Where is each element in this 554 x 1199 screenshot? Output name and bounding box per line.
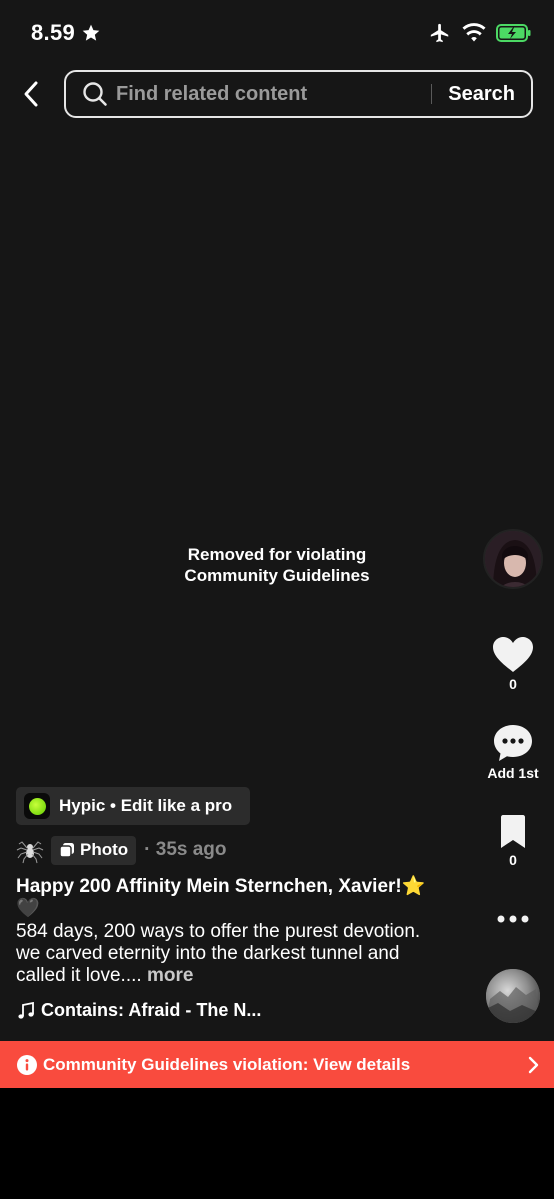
search-divider [431, 84, 433, 104]
wifi-icon [462, 23, 486, 42]
comment-button[interactable]: Add 1st [478, 723, 548, 781]
chevron-right-icon [528, 1056, 539, 1073]
search-box[interactable]: Find related content Search [64, 70, 533, 118]
spider-icon [16, 836, 44, 864]
airplane-icon [430, 23, 449, 43]
status-time: 8.59 [31, 20, 101, 46]
status-icons [428, 22, 532, 44]
more-dots-icon [497, 915, 529, 923]
chevron-left-icon [24, 81, 38, 107]
like-button[interactable]: 0 [478, 636, 548, 692]
bookmark-count: 0 [509, 852, 517, 868]
photo-label: Photo [80, 840, 129, 859]
post-caption[interactable]: Happy 200 Affinity Mein Sternchen, Xavie… [16, 876, 436, 987]
hypic-label: Hypic • Edit like a pro [59, 796, 233, 815]
video-screen: 8.59 Find related content Search Removed… [0, 0, 554, 1088]
search-button[interactable]: Search [448, 83, 515, 106]
like-count: 0 [509, 676, 517, 692]
search-placeholder[interactable]: Find related content [116, 83, 431, 106]
violation-text: Community Guidelines violation: View det… [43, 1054, 411, 1074]
music-text: Contains: Afraid - The N... [41, 1000, 262, 1020]
violation-banner[interactable]: Community Guidelines violation: View det… [0, 1041, 554, 1088]
status-time-text: 8.59 [31, 20, 76, 45]
caption-body-wrap: 584 days, 200 ways to offer the purest d… [16, 921, 436, 987]
caption-title: Happy 200 Affinity Mein Sternchen, Xavie… [16, 876, 426, 919]
heart-icon [493, 637, 533, 672]
creator-avatar[interactable] [483, 529, 543, 589]
battery-icon [496, 24, 531, 42]
hypic-badge[interactable]: Hypic • Edit like a pro [16, 787, 250, 825]
post-meta-row: Photo · 35s ago [16, 835, 227, 865]
comment-icon [494, 725, 532, 761]
music-cover-image [486, 969, 540, 1023]
removed-message: Removed for violating Community Guidelin… [184, 545, 370, 585]
bookmark-button[interactable]: 0 [478, 814, 548, 868]
star-icon [82, 24, 100, 41]
post-time: · 35s ago [144, 839, 227, 860]
caption-body: 584 days, 200 ways to offer the purest d… [16, 921, 421, 986]
info-icon [17, 1054, 37, 1075]
music-row[interactable]: Contains: Afraid - The N... [17, 1000, 261, 1021]
photo-stack-icon [59, 843, 74, 858]
more-options-button[interactable] [478, 908, 548, 930]
back-button[interactable] [14, 76, 48, 112]
avatar-image [485, 531, 541, 587]
music-note-icon [18, 1001, 34, 1019]
caption-more-link[interactable]: more [147, 965, 193, 986]
music-disc[interactable] [486, 969, 540, 1023]
hypic-logo-icon [24, 793, 50, 819]
bookmark-icon [501, 815, 525, 848]
photo-chip: Photo [51, 835, 137, 865]
comment-label: Add 1st [487, 765, 539, 781]
home-indicator-area [0, 1088, 554, 1199]
search-icon [83, 82, 107, 106]
